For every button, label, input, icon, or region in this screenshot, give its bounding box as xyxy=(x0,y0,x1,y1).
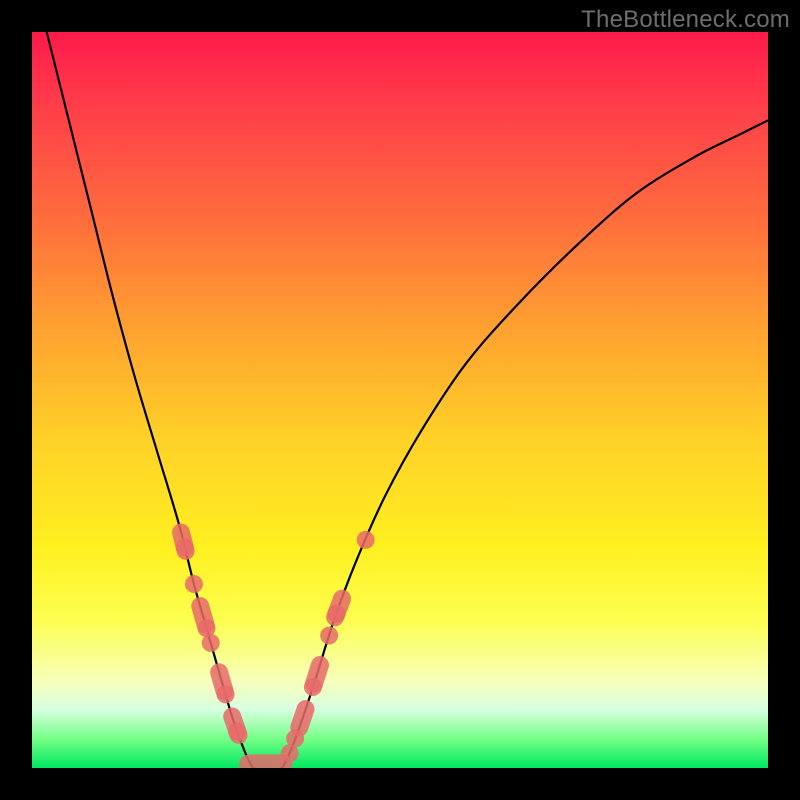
data-point-marker xyxy=(299,709,305,727)
data-point-marker xyxy=(185,575,203,593)
watermark-text: TheBottleneck.com xyxy=(581,6,790,34)
curve-group xyxy=(47,32,768,768)
data-point-marker xyxy=(357,531,375,549)
curve-right-branch xyxy=(282,120,768,768)
data-point-marker xyxy=(328,604,346,622)
data-point-marker xyxy=(320,627,338,645)
marker-group xyxy=(176,531,375,764)
data-point-marker xyxy=(217,685,235,703)
data-point-marker xyxy=(304,678,322,696)
curve-left-branch xyxy=(47,32,253,768)
data-point-marker xyxy=(228,722,246,740)
data-point-marker xyxy=(176,538,194,556)
chart-svg xyxy=(32,32,768,768)
data-point-marker xyxy=(202,634,220,652)
chart-area xyxy=(32,32,768,768)
